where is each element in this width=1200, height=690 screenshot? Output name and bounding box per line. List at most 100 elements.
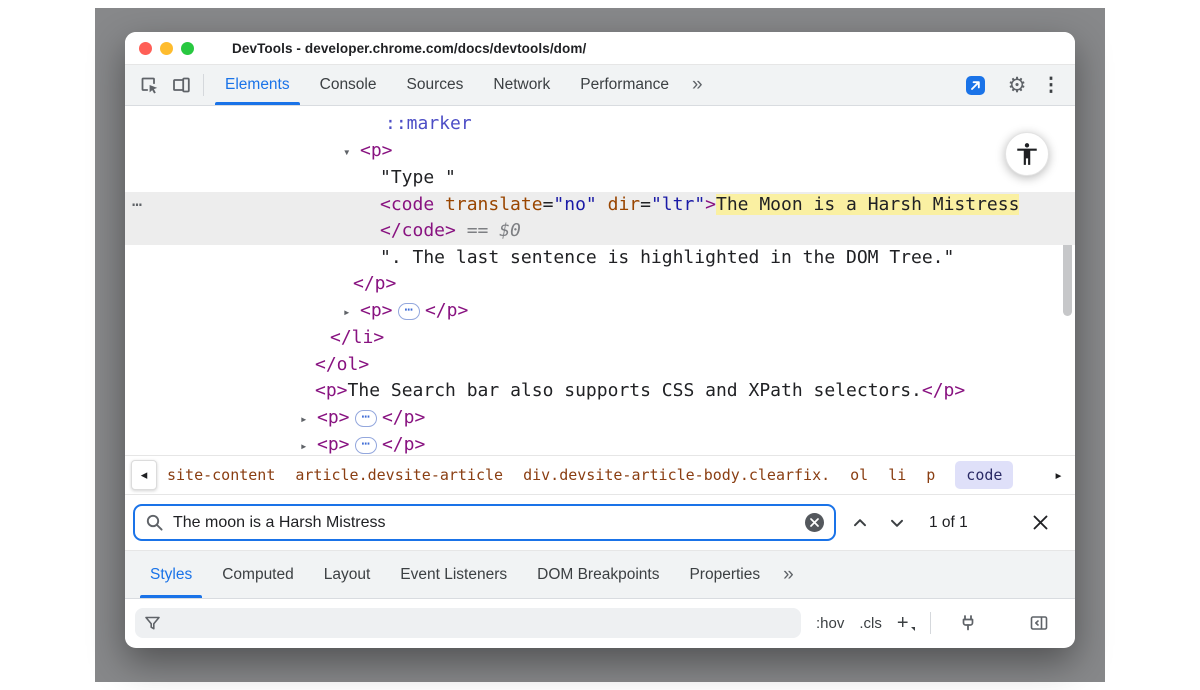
dom-token-text: ". The last sentence is highlighted in t… bbox=[380, 247, 954, 268]
collapsed-children-icon[interactable]: ⋯ bbox=[355, 437, 377, 454]
dom-tree-line[interactable]: ▸<p> ⋯ </p> bbox=[125, 298, 1075, 326]
dom-tree-line[interactable]: </li> bbox=[125, 325, 1075, 352]
next-match-icon[interactable] bbox=[884, 510, 910, 536]
collapsed-children-icon[interactable]: ⋯ bbox=[398, 303, 420, 320]
element-classes-button[interactable]: .cls bbox=[859, 615, 882, 632]
chevron-left-icon[interactable]: ◂ bbox=[131, 460, 157, 490]
dom-token-tag: </p> bbox=[353, 273, 396, 294]
close-search-icon[interactable] bbox=[1027, 510, 1053, 536]
styles-toolbar-divider bbox=[930, 612, 931, 634]
dom-token-text: "Type " bbox=[380, 167, 456, 188]
search-result-count: 1 of 1 bbox=[929, 514, 968, 532]
dom-token-tag: </li> bbox=[330, 327, 384, 348]
dom-token-mark: The Moon is a Harsh Mistress bbox=[716, 194, 1019, 215]
dom-token-tag: </code> bbox=[380, 220, 456, 241]
dom-token-tag: </p> bbox=[922, 380, 965, 401]
expand-arrow-right-icon[interactable]: ▸ bbox=[343, 299, 360, 326]
plug-icon[interactable] bbox=[952, 607, 984, 639]
breadcrumb-item-p[interactable]: p bbox=[926, 466, 935, 484]
dom-token-attr: dir bbox=[597, 194, 640, 215]
search-input[interactable] bbox=[173, 506, 796, 539]
tab-performance[interactable]: Performance bbox=[565, 65, 684, 105]
breadcrumb-item-code[interactable]: code bbox=[955, 461, 1013, 489]
styles-tab-strip: StylesComputedLayoutEvent ListenersDOM B… bbox=[135, 551, 775, 598]
tab-layout[interactable]: Layout bbox=[309, 551, 386, 598]
chevron-right-icon[interactable]: ▸ bbox=[1054, 466, 1063, 484]
dom-tree-line[interactable]: ::marker bbox=[125, 111, 1075, 138]
expand-arrow-right-icon[interactable]: ▸ bbox=[300, 406, 317, 433]
tab-sources[interactable]: Sources bbox=[392, 65, 479, 105]
new-style-rule-button[interactable]: + bbox=[897, 615, 909, 631]
dom-tree: ::marker▾<p>"Type "⋯<code translate="no"… bbox=[125, 106, 1075, 455]
breadcrumb-item-div-devsite-article-body-clearfix[interactable]: div.devsite-article-body.clearfix. bbox=[523, 466, 830, 484]
tab-computed[interactable]: Computed bbox=[207, 551, 309, 598]
collapsed-children-icon[interactable]: ⋯ bbox=[355, 410, 377, 427]
clear-search-icon[interactable] bbox=[805, 513, 824, 532]
dom-token-tag: </p> bbox=[425, 300, 468, 321]
title-bar: DevTools - developer.chrome.com/docs/dev… bbox=[125, 32, 1075, 65]
dom-tree-line[interactable]: </p> bbox=[125, 271, 1075, 298]
more-panels-icon[interactable]: » bbox=[775, 551, 802, 598]
dom-tree-line[interactable]: ▾<p> bbox=[125, 138, 1075, 166]
dom-token-tag: </p> bbox=[382, 407, 425, 428]
dom-tree-line[interactable]: </code> == $0 bbox=[125, 218, 1075, 245]
tab-console[interactable]: Console bbox=[305, 65, 392, 105]
dom-token-tag: <p> bbox=[360, 300, 393, 321]
zoom-window-button[interactable] bbox=[181, 42, 194, 55]
sidebar-toggle-icon[interactable] bbox=[1023, 607, 1055, 639]
dom-token-tag: <code bbox=[380, 194, 434, 215]
dom-token-dim: == bbox=[456, 220, 499, 241]
dom-token-tag: <p> bbox=[317, 434, 350, 455]
backdrop: DevTools - developer.chrome.com/docs/dev… bbox=[95, 8, 1105, 682]
open-in-new-icon[interactable] bbox=[959, 69, 991, 101]
overflow-menu-icon[interactable]: ⋯ bbox=[132, 192, 142, 219]
dom-tree-line[interactable]: </ol> bbox=[125, 352, 1075, 379]
dom-token-tag: <p> bbox=[360, 140, 393, 161]
expand-arrow-down-icon[interactable]: ▾ bbox=[343, 139, 360, 166]
inspect-element-icon[interactable] bbox=[133, 69, 165, 101]
dom-tree-line[interactable]: ▸<p>⋯</p> bbox=[125, 432, 1075, 455]
tab-network[interactable]: Network bbox=[478, 65, 565, 105]
tab-elements[interactable]: Elements bbox=[210, 65, 305, 105]
tab-properties[interactable]: Properties bbox=[674, 551, 775, 598]
window-title: DevTools - developer.chrome.com/docs/dev… bbox=[232, 41, 586, 56]
styles-panel-tabs: StylesComputedLayoutEvent ListenersDOM B… bbox=[125, 550, 1075, 599]
breadcrumb: site-content article.devsite-article div.d… bbox=[167, 461, 1054, 489]
dom-token-tag: </ol> bbox=[315, 354, 369, 375]
device-toolbar-icon[interactable] bbox=[165, 69, 197, 101]
breadcrumb-item-li[interactable]: li bbox=[888, 466, 906, 484]
expand-arrow-right-icon[interactable]: ▸ bbox=[300, 433, 317, 455]
dom-token-punct: = bbox=[640, 194, 651, 215]
dom-token-val: "ltr" bbox=[651, 194, 705, 215]
dom-tree-line[interactable]: ". The last sentence is highlighted in t… bbox=[125, 245, 1075, 272]
dom-tree-line[interactable]: ▸<p>⋯</p> bbox=[125, 405, 1075, 433]
devtools-toolbar: ElementsConsoleSourcesNetworkPerformance… bbox=[125, 65, 1075, 106]
tab-event-listeners[interactable]: Event Listeners bbox=[385, 551, 522, 598]
styles-toolbar: :hov .cls + bbox=[125, 599, 1075, 647]
previous-match-icon[interactable] bbox=[847, 510, 873, 536]
dom-token-dimi: $0 bbox=[499, 220, 521, 241]
devtools-window: DevTools - developer.chrome.com/docs/dev… bbox=[125, 32, 1075, 648]
toolbar-spacer bbox=[711, 65, 959, 105]
tab-dom-breakpoints[interactable]: DOM Breakpoints bbox=[522, 551, 674, 598]
settings-gear-icon[interactable]: ⚙ bbox=[1001, 69, 1033, 101]
breadcrumb-item-article-devsite-article[interactable]: article.devsite-article bbox=[295, 466, 503, 484]
style-filter-box[interactable] bbox=[135, 608, 801, 638]
minimize-window-button[interactable] bbox=[160, 42, 173, 55]
breadcrumb-item-ol[interactable]: ol bbox=[850, 466, 868, 484]
close-window-button[interactable] bbox=[139, 42, 152, 55]
dom-tree-line[interactable]: "Type " bbox=[125, 165, 1075, 192]
search-icon bbox=[145, 513, 164, 532]
breadcrumb-bar: ◂ site-content article.devsite-article div… bbox=[125, 455, 1075, 494]
toggle-element-state-button[interactable]: :hov bbox=[816, 615, 844, 632]
kebab-menu-icon[interactable]: ⋮ bbox=[1039, 69, 1063, 101]
dom-tree-line[interactable]: ⋯<code translate="no" dir="ltr">The Moon… bbox=[125, 192, 1075, 219]
tab-styles[interactable]: Styles bbox=[135, 551, 207, 598]
dom-token-tag: > bbox=[705, 194, 716, 215]
breadcrumb-item-site-content[interactable]: site-content bbox=[167, 466, 275, 484]
search-box[interactable] bbox=[133, 504, 836, 541]
more-tabs-icon[interactable]: » bbox=[684, 65, 711, 105]
style-filter-input[interactable] bbox=[169, 614, 792, 632]
dom-tree-line[interactable]: <p>The Search bar also supports CSS and … bbox=[125, 378, 1075, 405]
dom-token-punct: = bbox=[543, 194, 554, 215]
